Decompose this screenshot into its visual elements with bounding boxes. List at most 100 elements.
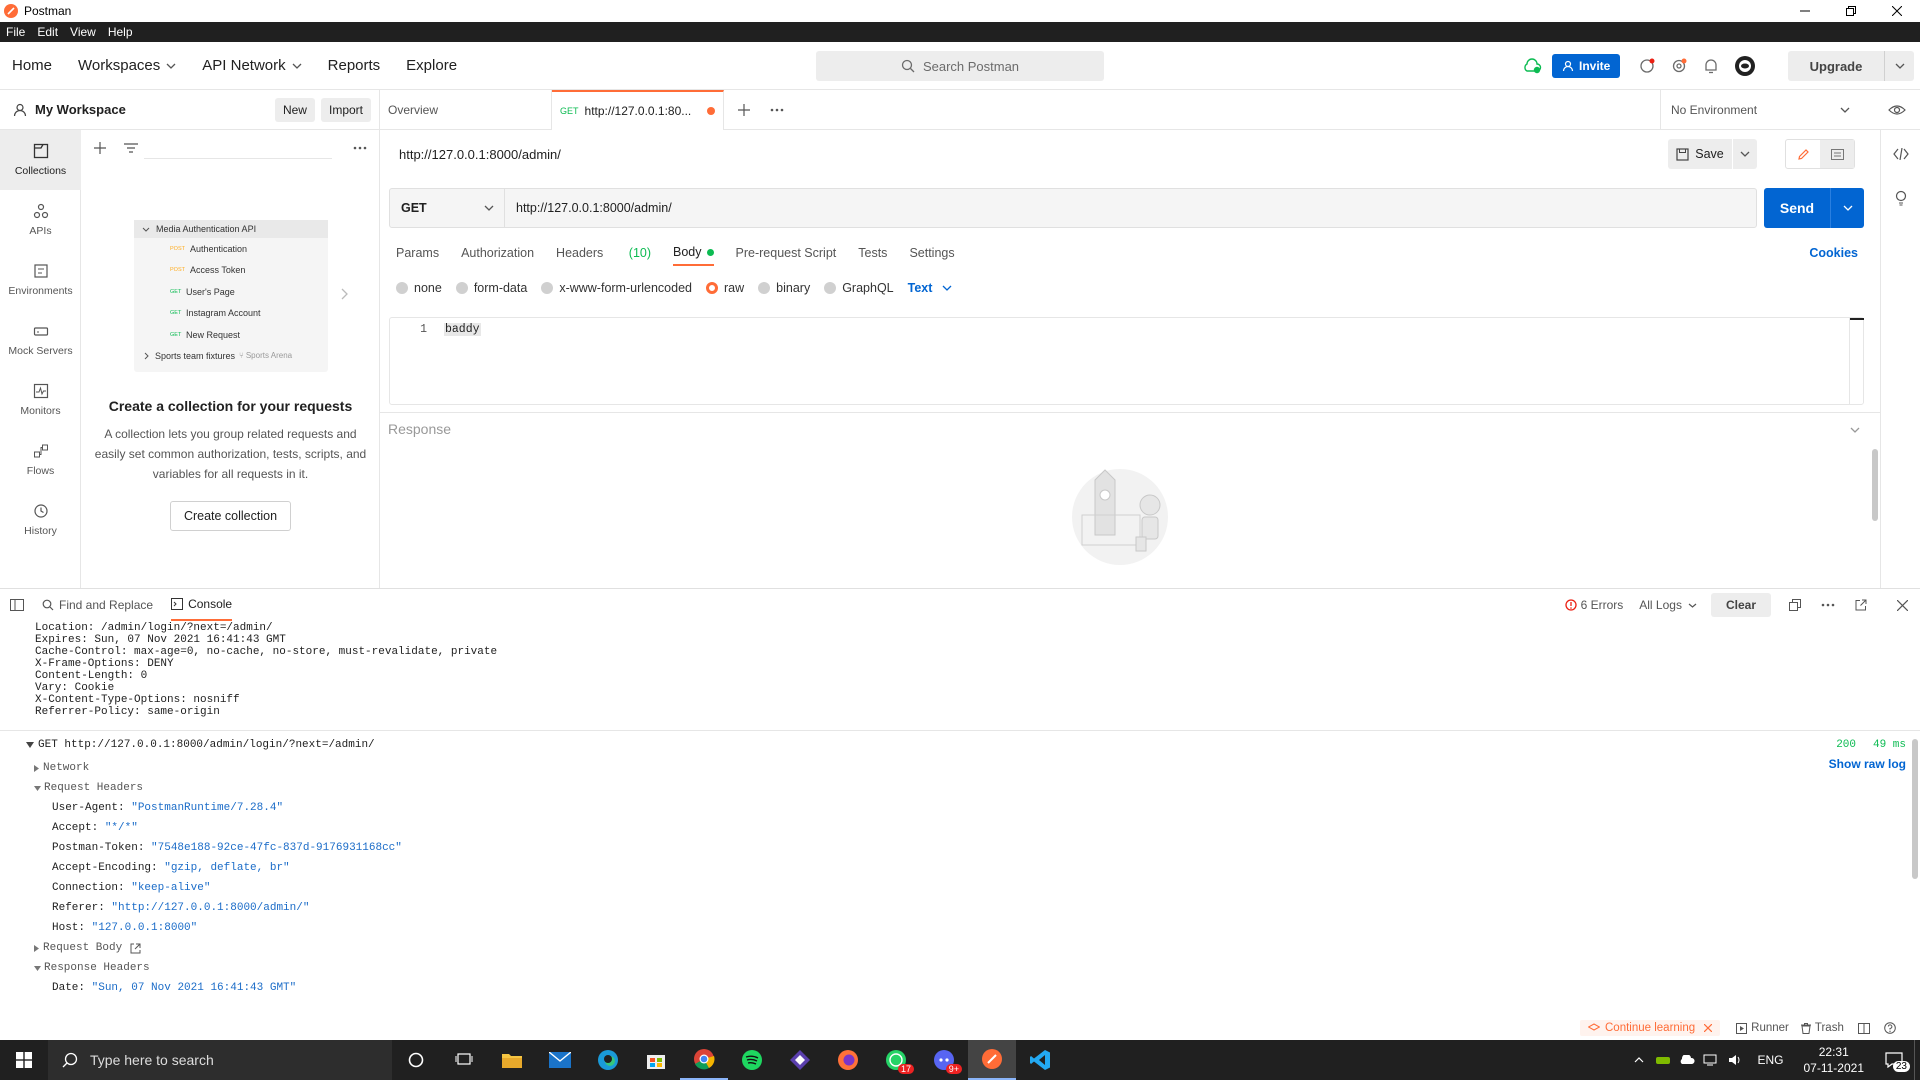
errors-count[interactable]: 6 Errors xyxy=(1564,598,1623,612)
request-headers-section[interactable]: Request Headers xyxy=(34,778,1920,798)
nav-reports[interactable]: Reports xyxy=(328,57,381,74)
upgrade-button[interactable]: Upgrade xyxy=(1788,51,1914,81)
add-collection-icon[interactable] xyxy=(94,142,106,154)
close-console-icon[interactable] xyxy=(1897,599,1908,611)
two-pane-icon[interactable] xyxy=(1857,1022,1870,1034)
satellite-icon[interactable] xyxy=(1638,57,1656,75)
settings-gear-icon[interactable] xyxy=(1670,57,1688,75)
cookies-link[interactable]: Cookies xyxy=(1809,246,1858,260)
menu-view[interactable]: View xyxy=(64,25,102,39)
onedrive-icon[interactable] xyxy=(1675,1055,1699,1065)
nav-monitors[interactable]: Monitors xyxy=(0,370,81,430)
store-icon[interactable] xyxy=(632,1040,680,1080)
nav-collections[interactable]: Collections xyxy=(0,130,81,190)
new-button[interactable]: New xyxy=(274,97,315,122)
taskbar-search[interactable]: Type here to search xyxy=(48,1040,392,1080)
nav-home[interactable]: Home xyxy=(12,57,52,74)
tab-overview[interactable]: Overview xyxy=(380,89,552,130)
tab-more-icon[interactable] xyxy=(770,108,784,112)
import-button[interactable]: Import xyxy=(320,97,371,122)
tab-params[interactable]: Params xyxy=(396,246,439,260)
body-format-select[interactable]: Text xyxy=(908,281,953,295)
tab-headers[interactable]: Headers (10) xyxy=(556,246,651,260)
network-section[interactable]: Network xyxy=(34,758,1920,778)
discord-icon[interactable]: 9+ xyxy=(920,1040,968,1080)
continue-learning-button[interactable]: Continue learning xyxy=(1580,1020,1721,1036)
body-type-urlencoded[interactable]: x-www-form-urlencoded xyxy=(541,281,692,295)
show-raw-log-link[interactable]: Show raw log xyxy=(1829,757,1906,771)
windows-start-icon[interactable] xyxy=(0,1040,48,1080)
save-button[interactable]: Save xyxy=(1668,139,1732,169)
tab-pre-request-script[interactable]: Pre-request Script xyxy=(736,246,837,260)
tab-settings[interactable]: Settings xyxy=(909,246,954,260)
minimize-icon[interactable] xyxy=(1782,0,1828,22)
more-options-icon[interactable] xyxy=(353,146,367,150)
new-tab-icon[interactable] xyxy=(738,103,750,116)
send-button[interactable]: Send xyxy=(1764,188,1864,228)
console-scrollbar[interactable] xyxy=(1912,739,1918,879)
runner-button[interactable]: Runner xyxy=(1736,1022,1789,1034)
body-editor[interactable]: 1 baddy xyxy=(389,317,1864,405)
body-type-binary[interactable]: binary xyxy=(758,281,810,295)
notifications-bell-icon[interactable] xyxy=(1702,57,1720,75)
body-type-none[interactable]: none xyxy=(396,281,442,295)
search-input[interactable]: Search Postman xyxy=(816,51,1104,81)
show-desktop[interactable] xyxy=(1914,1040,1920,1080)
response-scrollbar[interactable] xyxy=(1872,449,1878,521)
network-icon[interactable] xyxy=(1699,1054,1723,1066)
tab-request[interactable]: GET http://127.0.0.1:80... xyxy=(552,89,724,130)
editor-scrollbar[interactable] xyxy=(1849,318,1864,404)
volume-icon[interactable] xyxy=(1723,1054,1747,1066)
nav-apis[interactable]: APIs xyxy=(0,190,81,250)
log-entry-title[interactable]: GET http://127.0.0.1:8000/admin/login/?n… xyxy=(38,739,375,751)
trash-button[interactable]: Trash xyxy=(1800,1022,1844,1034)
edge-icon[interactable] xyxy=(584,1040,632,1080)
menu-file[interactable]: File xyxy=(0,25,31,39)
copy-icon[interactable] xyxy=(1789,599,1801,611)
code-snippet-icon[interactable] xyxy=(1881,148,1920,160)
body-type-graphql[interactable]: GraphQL xyxy=(824,281,894,295)
nav-flows[interactable]: Flows xyxy=(0,430,81,490)
clear-button[interactable]: Clear xyxy=(1710,593,1771,617)
lightbulb-icon[interactable] xyxy=(1881,190,1920,206)
upgrade-chevron-icon[interactable] xyxy=(1884,51,1914,81)
mail-icon[interactable] xyxy=(536,1040,584,1080)
all-logs-select[interactable]: All Logs xyxy=(1639,598,1697,612)
nav-explore[interactable]: Explore xyxy=(406,57,457,74)
avatar[interactable] xyxy=(1734,55,1756,77)
whatsapp-icon[interactable]: 17 xyxy=(872,1040,920,1080)
nav-api-network[interactable]: API Network xyxy=(202,57,302,74)
file-explorer-icon[interactable] xyxy=(488,1040,536,1080)
filter-icon[interactable] xyxy=(124,143,138,153)
body-type-form-data[interactable]: form-data xyxy=(455,281,527,295)
invite-button[interactable]: Invite xyxy=(1552,54,1621,78)
nav-history[interactable]: History xyxy=(0,490,81,550)
tab-authorization[interactable]: Authorization xyxy=(461,246,534,260)
request-name[interactable]: http://127.0.0.1:8000/admin/ xyxy=(399,147,561,162)
nav-mock-servers[interactable]: Mock Servers xyxy=(0,310,81,370)
help-icon[interactable] xyxy=(1884,1022,1896,1034)
url-input[interactable]: http://127.0.0.1:8000/admin/ xyxy=(505,201,672,215)
restore-icon[interactable] xyxy=(1828,0,1874,22)
app-diamond-icon[interactable] xyxy=(776,1040,824,1080)
popout-icon[interactable] xyxy=(1855,599,1867,611)
documentation-icon[interactable] xyxy=(1820,140,1854,168)
close-window-icon[interactable] xyxy=(1874,0,1920,22)
editor-text[interactable]: baddy xyxy=(444,322,481,336)
response-headers-section[interactable]: Response Headers xyxy=(34,958,1920,978)
show-hidden-icons-icon[interactable] xyxy=(1627,1057,1651,1063)
create-collection-button[interactable]: Create collection xyxy=(170,501,291,531)
tray-app-icon[interactable] xyxy=(1651,1055,1675,1065)
console-more-icon[interactable] xyxy=(1821,603,1835,607)
chrome-icon[interactable] xyxy=(680,1040,728,1080)
firefox-icon[interactable] xyxy=(824,1040,872,1080)
nav-environments[interactable]: Environments xyxy=(0,250,81,310)
vscode-icon[interactable] xyxy=(1016,1040,1064,1080)
environment-quick-look-icon[interactable] xyxy=(1888,103,1906,117)
tab-body[interactable]: Body xyxy=(673,240,714,266)
toggle-sidebar-icon[interactable] xyxy=(10,599,24,611)
environment-selector[interactable]: No Environment xyxy=(1660,90,1860,130)
postman-taskbar-icon[interactable] xyxy=(968,1040,1016,1080)
method-select[interactable]: GET xyxy=(390,189,505,227)
find-replace-tab[interactable]: Find and Replace xyxy=(42,598,153,612)
